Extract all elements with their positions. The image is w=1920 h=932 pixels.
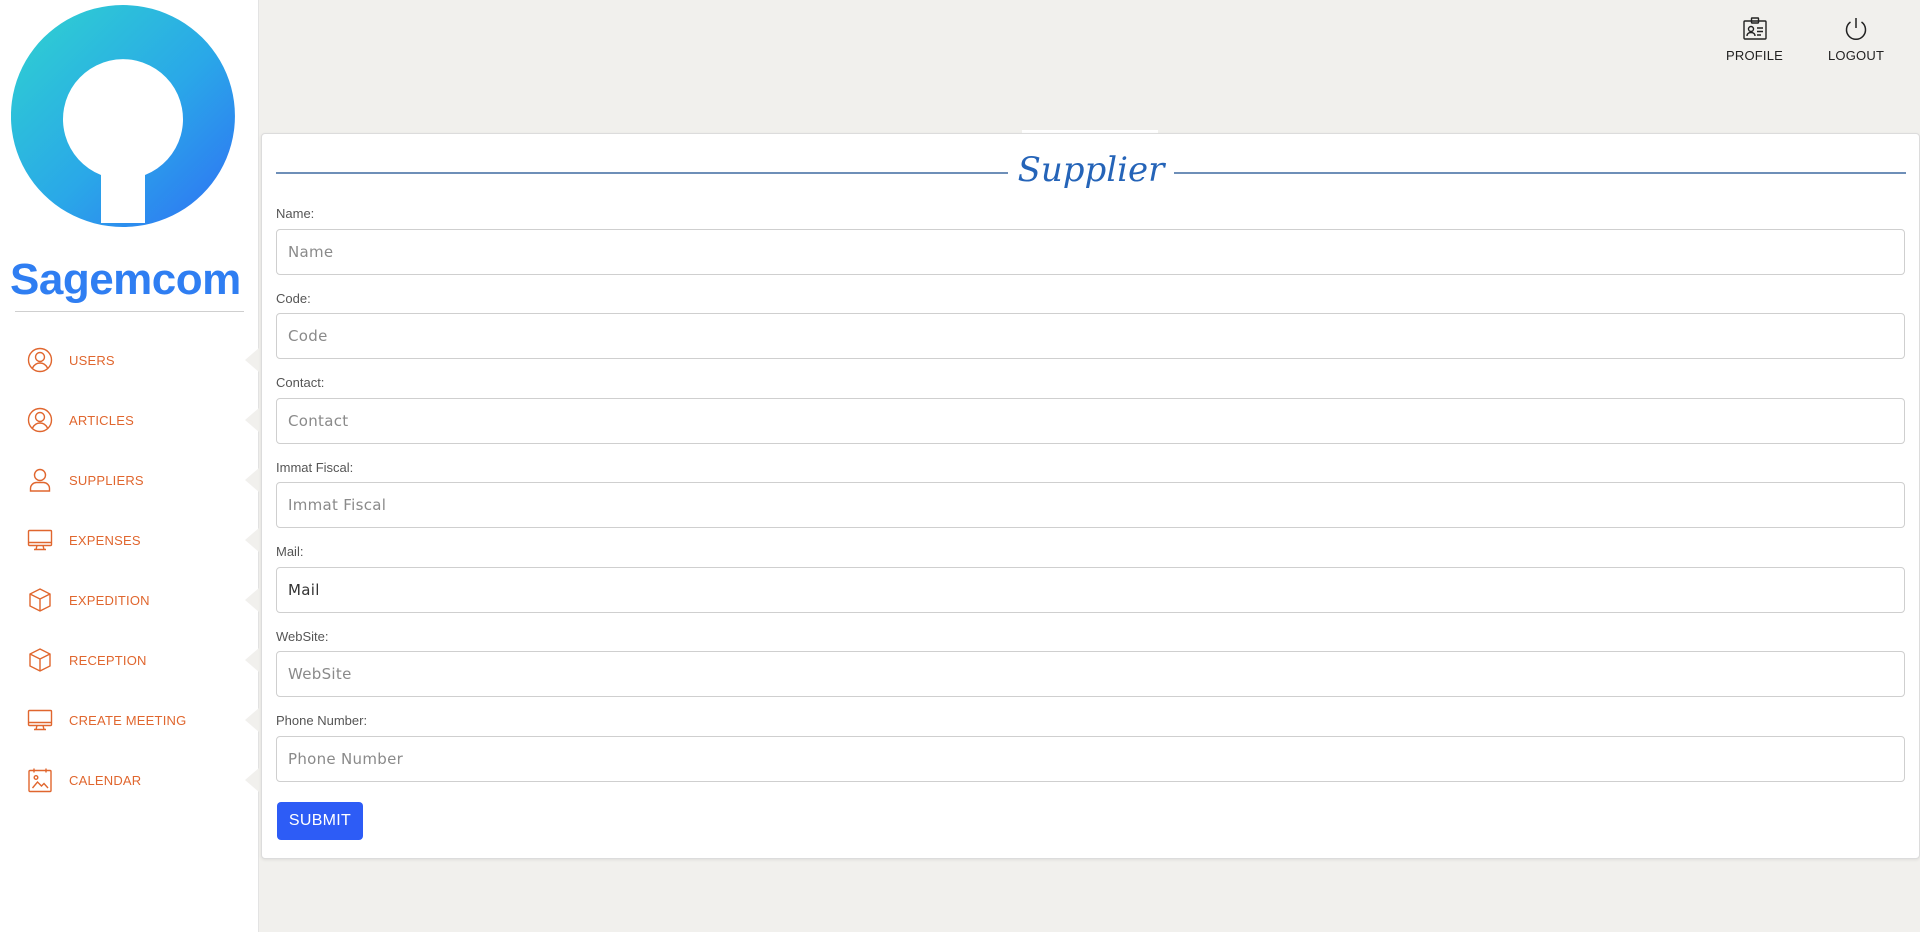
nav-notch bbox=[245, 468, 259, 492]
phone-number-field[interactable] bbox=[276, 736, 1905, 782]
immat-fiscal-field[interactable] bbox=[276, 482, 1905, 528]
sidebar-item-label: CREATE MEETING bbox=[69, 712, 187, 728]
sidebar-item-label: USERS bbox=[69, 352, 115, 368]
supplier-form-card: Supplier Name: Code: Contact: Immat Fisc… bbox=[261, 133, 1920, 859]
sidebar-item-label: EXPENSES bbox=[69, 532, 141, 548]
phone-number-label: Phone Number: bbox=[276, 713, 368, 728]
logout-button[interactable]: LOGOUT bbox=[1828, 16, 1884, 63]
sidebar-item-label: ARTICLES bbox=[69, 412, 134, 428]
sidebar-item-expenses[interactable]: EXPENSES bbox=[0, 510, 259, 570]
monitor-icon bbox=[27, 707, 53, 733]
mail-field[interactable] bbox=[276, 567, 1905, 613]
name-field[interactable] bbox=[276, 229, 1905, 275]
sidebar-item-suppliers[interactable]: SUPPLIERS bbox=[0, 450, 259, 510]
user-circle-icon bbox=[27, 407, 53, 433]
calendar-image-icon bbox=[27, 767, 53, 793]
immat-fiscal-label: Immat Fiscal: bbox=[276, 460, 354, 475]
sidebar-item-calendar[interactable]: CALENDAR bbox=[0, 750, 259, 810]
nav-notch bbox=[245, 408, 259, 432]
contact-field[interactable] bbox=[276, 398, 1905, 444]
sidebar-item-create-meeting[interactable]: CREATE MEETING bbox=[0, 690, 259, 750]
submit-button[interactable]: SUBMIT bbox=[277, 802, 363, 840]
sidebar-item-label: SUPPLIERS bbox=[69, 472, 144, 488]
power-icon bbox=[1845, 18, 1867, 40]
profile-button[interactable]: PROFILE bbox=[1726, 16, 1783, 63]
sidebar-item-users[interactable]: USERS bbox=[0, 330, 259, 390]
contact-label: Contact: bbox=[276, 375, 325, 390]
form-title: Supplier bbox=[276, 150, 1906, 190]
nav-notch bbox=[245, 708, 259, 732]
nav-notch bbox=[245, 348, 259, 372]
sidebar-item-articles[interactable]: ARTICLES bbox=[0, 390, 259, 450]
logout-label: LOGOUT bbox=[1828, 48, 1885, 63]
sidebar-item-label: RECEPTION bbox=[69, 652, 147, 668]
sidebar-item-reception[interactable]: RECEPTION bbox=[0, 630, 259, 690]
profile-label: PROFILE bbox=[1726, 48, 1784, 63]
nav-notch bbox=[245, 588, 259, 612]
box-icon bbox=[27, 587, 53, 613]
website-field[interactable] bbox=[276, 651, 1905, 697]
user-icon bbox=[27, 467, 53, 493]
sidebar-divider bbox=[15, 311, 244, 312]
nav-notch bbox=[245, 528, 259, 552]
sagemcom-logo-icon bbox=[11, 5, 235, 227]
monitor-icon bbox=[27, 527, 53, 553]
sidebar-nav: USERS ARTICLES SUPPLIERS EXPENSES EXPEDI… bbox=[0, 330, 259, 810]
form-title-text: Supplier bbox=[1007, 150, 1175, 190]
website-label: WebSite: bbox=[276, 629, 329, 644]
code-label: Code: bbox=[276, 291, 311, 306]
brand-wordmark: Sagemcom bbox=[10, 255, 241, 304]
sidebar-item-label: EXPEDITION bbox=[69, 592, 150, 608]
code-field[interactable] bbox=[276, 313, 1905, 359]
name-label: Name: bbox=[276, 206, 315, 221]
sidebar-item-label: CALENDAR bbox=[69, 772, 142, 788]
form-title-row: Supplier bbox=[276, 150, 1906, 194]
box-icon bbox=[27, 647, 53, 673]
nav-notch bbox=[245, 768, 259, 792]
sidebar: Sagemcom USERS ARTICLES SUPPLIERS EXPENS… bbox=[0, 0, 259, 932]
user-circle-icon bbox=[27, 347, 53, 373]
nav-notch bbox=[245, 648, 259, 672]
mail-label: Mail: bbox=[276, 544, 304, 559]
id-badge-icon bbox=[1742, 17, 1767, 40]
sidebar-item-expedition[interactable]: EXPEDITION bbox=[0, 570, 259, 630]
